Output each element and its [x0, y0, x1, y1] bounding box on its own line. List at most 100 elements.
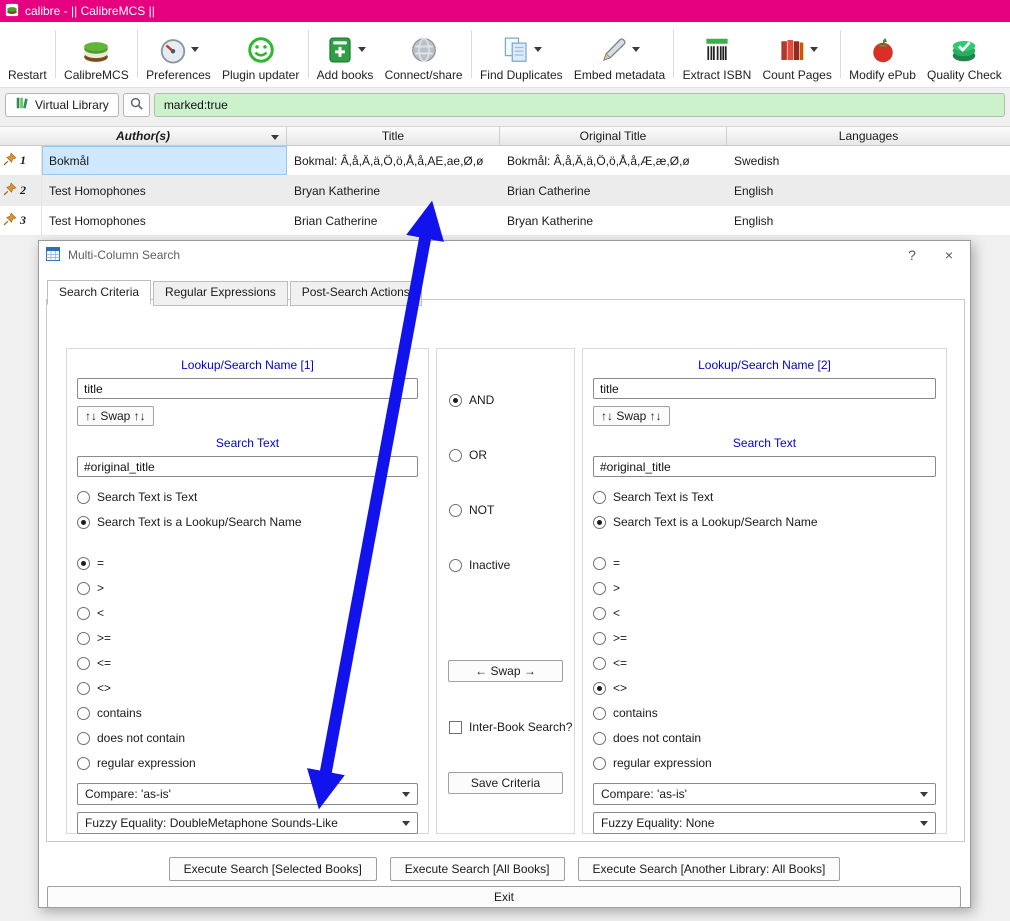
radio-op-gte-1[interactable]: >=	[77, 631, 428, 645]
toolbar-button-quality-check[interactable]: Quality Check	[923, 33, 1006, 82]
column-header-languages[interactable]: Languages	[727, 127, 1010, 145]
search-options-button[interactable]	[122, 92, 150, 117]
inter-book-search-checkbox[interactable]: Inter-Book Search?	[449, 720, 574, 734]
radio-search-text-is-text-2[interactable]: Search Text is Text	[593, 490, 946, 504]
radio-icon	[593, 581, 606, 595]
lookup-name-input-1[interactable]	[77, 378, 418, 399]
toolbar-button-calibremcs[interactable]: CalibreMCS	[60, 33, 133, 82]
execute-search-selected-button[interactable]: Execute Search [Selected Books]	[168, 857, 377, 881]
radio-search-text-is-lookup-1[interactable]: Search Text is a Lookup/Search Name	[77, 515, 428, 529]
radio-logic-or[interactable]: OR	[449, 448, 574, 462]
radio-icon	[77, 656, 90, 670]
tab-regular-expressions[interactable]: Regular Expressions	[153, 281, 288, 306]
toolbar-button-connect-share[interactable]: Connect/share	[381, 33, 467, 82]
radio-op-equals-2[interactable]: =	[593, 556, 946, 570]
search-input-value: marked:true	[163, 97, 228, 112]
window-titlebar[interactable]: calibre - || CalibreMCS ||	[0, 0, 1010, 22]
calibre-app-icon	[5, 3, 19, 20]
radio-op-not-contain-2[interactable]: does not contain	[593, 731, 946, 745]
radio-op-contains-1[interactable]: contains	[77, 706, 428, 720]
cell-title[interactable]: Brian Catherine	[287, 206, 500, 235]
toolbar-button-modify-epub[interactable]: Modify ePub	[845, 33, 920, 82]
search-text-input-1[interactable]	[77, 456, 418, 477]
toolbar-button-extract-isbn[interactable]: Extract ISBN	[679, 33, 756, 82]
cell-authors[interactable]: Test Homophones	[42, 206, 287, 235]
toolbar-button-embed-metadata[interactable]: Embed metadata	[570, 33, 669, 82]
close-button[interactable]: ×	[934, 243, 964, 267]
cell-original-title[interactable]: Bryan Katherine	[500, 206, 727, 235]
cell-original-title[interactable]: Bokmål: Â,å,Ä,ä,Ö,ö,Å,å,Æ,æ,Ø,ø	[500, 146, 727, 175]
chevron-down-icon[interactable]	[809, 47, 818, 52]
toolbar-button-preferences[interactable]: Preferences	[142, 33, 215, 82]
radio-op-gt-2[interactable]: >	[593, 581, 946, 595]
search-input[interactable]: marked:true	[153, 92, 1005, 117]
cell-languages[interactable]: English	[727, 206, 1010, 235]
compare-combo-2[interactable]: Compare: 'as-is'	[593, 783, 936, 805]
cell-title[interactable]: Bryan Katherine	[287, 176, 500, 205]
table-row[interactable]: 3 Test Homophones Brian Catherine Bryan …	[0, 206, 1010, 236]
radio-op-regex-1[interactable]: regular expression	[77, 756, 428, 770]
virtual-library-button[interactable]: Virtual Library	[5, 92, 119, 117]
radio-op-equals-1[interactable]: =	[77, 556, 428, 570]
cell-original-title[interactable]: Brian Catherine	[500, 176, 727, 205]
toolbar-button-count-pages[interactable]: Count Pages	[758, 33, 835, 82]
toolbar-button-add-books[interactable]: Add books	[313, 33, 378, 82]
fuzzy-equality-combo-2[interactable]: Fuzzy Equality: None	[593, 812, 936, 834]
swap-criteria-button[interactable]: ← Swap →	[448, 660, 563, 682]
tab-search-criteria[interactable]: Search Criteria	[47, 280, 152, 305]
help-button[interactable]: ?	[897, 243, 927, 267]
calibre-window: calibre - || CalibreMCS || Restart Calib…	[0, 0, 1010, 921]
radio-op-neq-2[interactable]: <>	[593, 681, 946, 695]
radio-op-neq-1[interactable]: <>	[77, 681, 428, 695]
chevron-down-icon[interactable]	[533, 47, 542, 52]
toolbar-button-plugin-updater[interactable]: Plugin updater	[218, 33, 303, 82]
radio-op-regex-2[interactable]: regular expression	[593, 756, 946, 770]
radio-op-lte-1[interactable]: <=	[77, 656, 428, 670]
chevron-down-icon[interactable]	[632, 47, 641, 52]
radio-search-text-is-lookup-2[interactable]: Search Text is a Lookup/Search Name	[593, 515, 946, 529]
cell-authors[interactable]: Bokmål	[42, 146, 287, 175]
toolbar-button-restart[interactable]: Restart	[4, 33, 51, 82]
compare-combo-1[interactable]: Compare: 'as-is'	[77, 783, 418, 805]
swap-fields-button-1[interactable]: ↑↓ Swap ↑↓	[77, 406, 154, 426]
table-row[interactable]: 1 Bokmål Bokmal: Â,å,Ä,ä,Ö,ö,Å,å,AE,ae,Ø…	[0, 146, 1010, 176]
save-criteria-button[interactable]: Save Criteria	[448, 772, 563, 794]
radio-icon	[77, 706, 90, 720]
execute-search-another-library-button[interactable]: Execute Search [Another Library: All Boo…	[577, 857, 841, 881]
radio-logic-inactive[interactable]: Inactive	[449, 558, 574, 572]
fuzzy-equality-combo-1[interactable]: Fuzzy Equality: DoubleMetaphone Sounds-L…	[77, 812, 418, 834]
criteria-group-2: Lookup/Search Name [2] ↑↓ Swap ↑↓ Search…	[582, 348, 947, 834]
cell-authors[interactable]: Test Homophones	[42, 176, 287, 205]
radio-op-lt-2[interactable]: <	[593, 606, 946, 620]
lookup-name-input-2[interactable]	[593, 378, 936, 399]
radio-logic-not[interactable]: NOT	[449, 503, 574, 517]
radio-icon	[593, 515, 606, 529]
chevron-down-icon	[402, 820, 410, 826]
radio-search-text-is-text-1[interactable]: Search Text is Text	[77, 490, 428, 504]
cell-languages[interactable]: English	[727, 176, 1010, 205]
column-header-authors[interactable]: Author(s)	[0, 127, 287, 145]
radio-op-gt-1[interactable]: >	[77, 581, 428, 595]
search-text-input-2[interactable]	[593, 456, 936, 477]
radio-logic-and[interactable]: AND	[449, 393, 574, 407]
column-header-original-title[interactable]: Original Title	[500, 127, 727, 145]
exit-button[interactable]: Exit	[47, 886, 961, 908]
column-header-title[interactable]: Title	[287, 127, 500, 145]
radio-op-lte-2[interactable]: <=	[593, 656, 946, 670]
toolbar-button-find-duplicates[interactable]: Find Duplicates	[476, 33, 567, 82]
radio-op-lt-1[interactable]: <	[77, 606, 428, 620]
cell-title[interactable]: Bokmal: Â,å,Ä,ä,Ö,ö,Å,å,AE,ae,Ø,ø	[287, 146, 500, 175]
radio-icon	[593, 631, 606, 645]
tab-post-search-actions[interactable]: Post-Search Actions	[289, 281, 422, 306]
dialog-titlebar[interactable]: Multi-Column Search ? ×	[39, 241, 970, 269]
execute-search-all-button[interactable]: Execute Search [All Books]	[389, 857, 565, 881]
radio-op-not-contain-1[interactable]: does not contain	[77, 731, 428, 745]
cell-languages[interactable]: Swedish	[727, 146, 1010, 175]
chevron-down-icon[interactable]	[357, 47, 366, 52]
radio-op-contains-2[interactable]: contains	[593, 706, 946, 720]
swap-fields-button-2[interactable]: ↑↓ Swap ↑↓	[593, 406, 670, 426]
chevron-down-icon[interactable]	[190, 47, 199, 52]
radio-op-gte-2[interactable]: >=	[593, 631, 946, 645]
table-row[interactable]: 2 Test Homophones Bryan Katherine Brian …	[0, 176, 1010, 206]
sort-caret-icon[interactable]	[271, 135, 279, 140]
